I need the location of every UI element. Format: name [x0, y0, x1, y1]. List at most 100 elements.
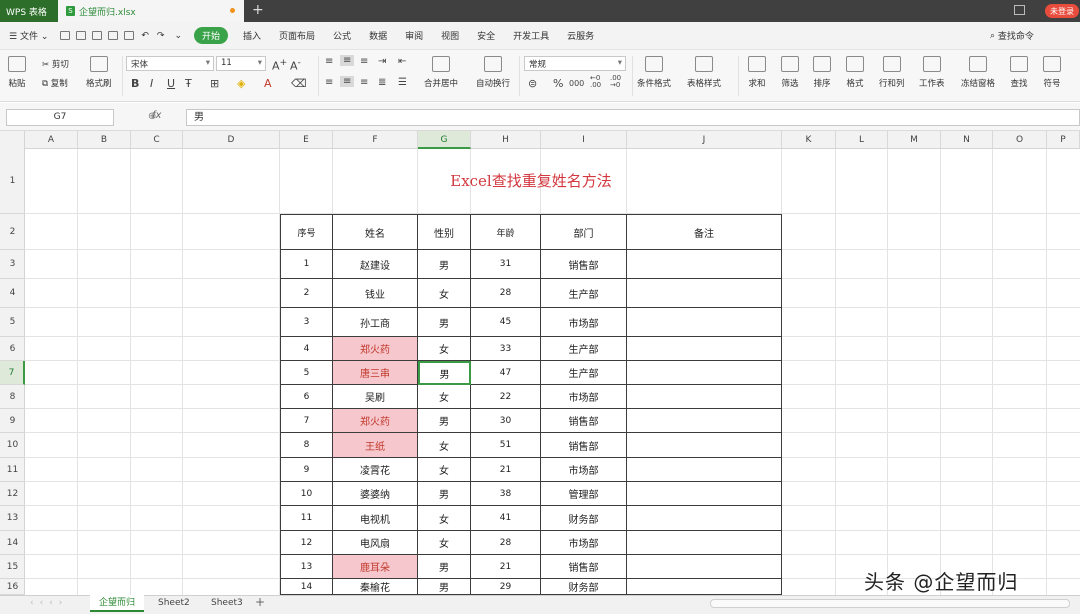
table-cell[interactable]: 郑火药 [333, 337, 418, 361]
row-header-2[interactable]: 2 [0, 214, 25, 250]
table-cell[interactable]: 11 [280, 506, 333, 531]
search-command[interactable]: ⌕ 查找命令 [990, 29, 1034, 43]
table-cell[interactable] [627, 531, 782, 555]
table-cell[interactable] [627, 409, 782, 433]
strike-icon[interactable]: Ŧ [185, 77, 192, 90]
table-cell[interactable]: 孙工商 [333, 308, 418, 337]
table-cell[interactable]: 婆婆纳 [333, 482, 418, 506]
table-cell[interactable]: 钱业 [333, 279, 418, 308]
table-cell[interactable] [627, 433, 782, 458]
table-cell[interactable]: 7 [280, 409, 333, 433]
export-icon[interactable] [92, 31, 103, 40]
menu-view[interactable]: 视图 [432, 29, 468, 42]
table-cell[interactable]: 1 [280, 250, 333, 279]
table-cell[interactable] [627, 308, 782, 337]
redo-icon[interactable]: ↷ [153, 31, 169, 41]
row-header-1[interactable]: 1 [0, 149, 25, 214]
row-header-14[interactable]: 14 [0, 531, 25, 555]
column-header-m[interactable]: M [888, 131, 941, 149]
wrap-button[interactable]: 自动换行 [476, 56, 510, 89]
merge-button[interactable]: 合并居中 [424, 56, 458, 89]
table-header-cell[interactable]: 序号 [280, 214, 333, 250]
row-header-13[interactable]: 13 [0, 506, 25, 531]
table-cell[interactable]: 41 [471, 506, 541, 531]
table-cell[interactable] [627, 279, 782, 308]
table-cell[interactable]: 秦榆花 [333, 579, 418, 595]
table-cell[interactable]: 王纸 [333, 433, 418, 458]
table-cell[interactable] [627, 506, 782, 531]
fill-color-icon[interactable]: ◈ [237, 77, 245, 90]
menu-developer[interactable]: 开发工具 [504, 29, 558, 42]
print-icon[interactable] [108, 31, 119, 40]
italic-icon[interactable]: I [150, 77, 153, 90]
table-cell[interactable]: 生产部 [541, 279, 627, 308]
preview-icon[interactable] [124, 31, 135, 40]
row-header-9[interactable]: 9 [0, 409, 25, 433]
table-cell[interactable]: 5 [280, 361, 333, 385]
column-header-p[interactable]: P [1047, 131, 1080, 149]
table-cell[interactable]: 51 [471, 433, 541, 458]
row-header-7[interactable]: 7 [0, 361, 25, 385]
sheet-nav-icons[interactable]: ‹‹‹› [30, 598, 68, 608]
menu-data[interactable]: 数据 [360, 29, 396, 42]
row-header-15[interactable]: 15 [0, 555, 25, 579]
number-format-select[interactable]: 常规 ▾ [524, 56, 626, 71]
table-cell[interactable]: 3 [280, 308, 333, 337]
table-cell[interactable]: 财务部 [541, 579, 627, 595]
table-header-cell[interactable]: 年龄 [471, 214, 541, 250]
table-cell[interactable]: 9 [280, 458, 333, 482]
window-icon[interactable] [1014, 5, 1025, 15]
paste-button[interactable]: 粘贴 [8, 56, 26, 89]
sheet-tab-2[interactable]: Sheet2 [149, 595, 199, 612]
sort-button[interactable]: 排序 [813, 56, 831, 89]
table-cell[interactable]: 21 [471, 458, 541, 482]
table-cell[interactable]: 女 [418, 458, 471, 482]
more-icon[interactable]: ⌄ [168, 31, 188, 41]
column-header-l[interactable]: L [836, 131, 888, 149]
sum-button[interactable]: 求和 [748, 56, 766, 89]
filter-button[interactable]: 筛选 [781, 56, 799, 89]
row-header-5[interactable]: 5 [0, 308, 25, 337]
table-cell[interactable]: 财务部 [541, 506, 627, 531]
outdent-icon[interactable]: ⇤ [398, 56, 406, 67]
table-cell[interactable]: 22 [471, 385, 541, 409]
shrink-font-icon[interactable]: A- [290, 57, 301, 73]
table-cell[interactable]: 吴刷 [333, 385, 418, 409]
border-icon[interactable]: ⊞ [210, 77, 219, 90]
thousands-button[interactable]: 000 [569, 79, 584, 88]
table-cell[interactable]: 29 [471, 579, 541, 595]
table-cell[interactable]: 4 [280, 337, 333, 361]
bold-icon[interactable]: B [131, 77, 139, 90]
row-header-10[interactable]: 10 [0, 433, 25, 458]
file-tab[interactable]: S 企望而归.xlsx [58, 0, 244, 22]
table-header-cell[interactable]: 备注 [627, 214, 782, 250]
align-left-icon[interactable]: ≡ [325, 77, 333, 88]
column-header-h[interactable]: H [471, 131, 541, 149]
table-cell[interactable]: 6 [280, 385, 333, 409]
clear-icon[interactable]: ⌫ [291, 77, 307, 90]
format-button[interactable]: 格式 [846, 56, 864, 89]
table-cell[interactable]: 男 [418, 482, 471, 506]
table-cell[interactable]: 女 [418, 531, 471, 555]
table-cell[interactable]: 女 [418, 279, 471, 308]
table-cell[interactable]: 30 [471, 409, 541, 433]
column-header-f[interactable]: F [333, 131, 418, 149]
column-header-d[interactable]: D [183, 131, 280, 149]
table-cell[interactable]: 男 [418, 308, 471, 337]
distribute-icon[interactable]: ☰ [398, 77, 407, 88]
sheet-tab-1[interactable]: 企望而归 [90, 595, 145, 612]
row-header-8[interactable]: 8 [0, 385, 25, 409]
table-cell[interactable]: 男 [418, 409, 471, 433]
row-header-16[interactable]: 16 [0, 579, 25, 595]
table-cell[interactable]: 电视机 [333, 506, 418, 531]
table-cell[interactable]: 郑火药 [333, 409, 418, 433]
table-style-button[interactable]: 表格样式 [687, 56, 721, 89]
table-cell[interactable]: 10 [280, 482, 333, 506]
row-header-12[interactable]: 12 [0, 482, 25, 506]
menu-page-layout[interactable]: 页面布局 [270, 29, 324, 42]
table-cell[interactable]: 销售部 [541, 555, 627, 579]
align-center-icon[interactable]: ≡ [340, 76, 355, 87]
table-cell[interactable]: 男 [418, 250, 471, 279]
column-header-n[interactable]: N [941, 131, 993, 149]
new-tab-icon[interactable]: + [252, 2, 264, 18]
